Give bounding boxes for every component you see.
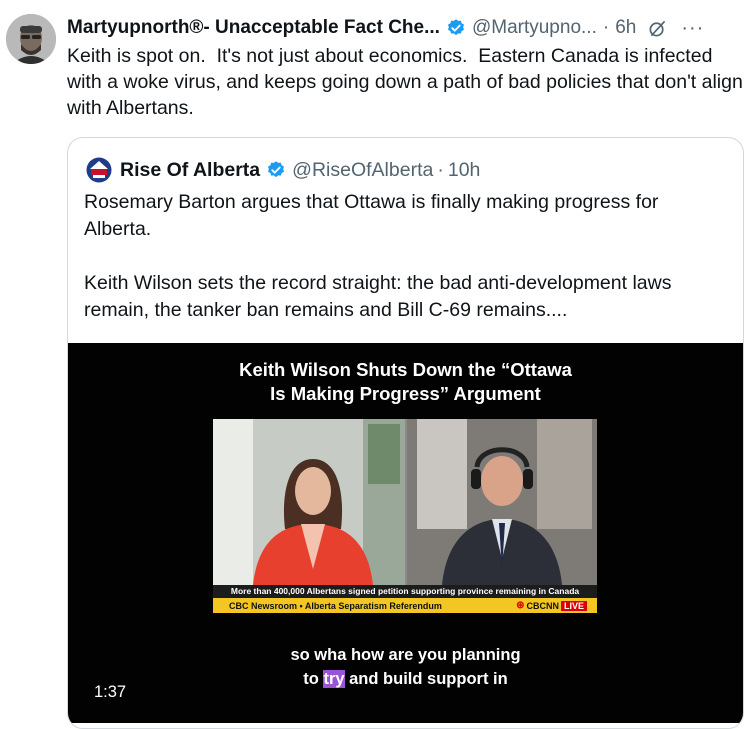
tweet-text: Keith is spot on. It's not just about ec…: [67, 45, 749, 119]
caption-line-2-start: to: [303, 670, 324, 688]
lower-third-text: CBC Newsroom • Alberta Separatism Refere…: [229, 600, 442, 611]
quoted-tweet-header: Rise Of Alberta @RiseOfAlberta · 10h: [86, 157, 480, 183]
caption-line-2: to try and build support in: [68, 667, 743, 691]
video-player[interactable]: Keith Wilson Shuts Down the “Ottawa Is M…: [68, 343, 743, 723]
video-title-line-2: Is Making Progress” Argument: [270, 383, 541, 404]
quoted-display-name[interactable]: Rise Of Alberta: [120, 159, 260, 182]
quoted-handle[interactable]: @RiseOfAlberta: [292, 159, 433, 182]
tweet-header: Martyupnorth®- Unacceptable Fact Che... …: [67, 15, 747, 41]
quoted-tweet[interactable]: Rise Of Alberta @RiseOfAlberta · 10h Ros…: [67, 137, 744, 729]
quoted-tweet-text: Rosemary Barton argues that Ottawa is fi…: [84, 191, 672, 321]
header-separator: ·: [602, 17, 610, 38]
video-caption: so wha how are you planning to try and b…: [68, 643, 743, 691]
author-handle[interactable]: @Martyupno...: [472, 17, 597, 39]
cbc-logo-icon: ⊛: [516, 600, 525, 611]
author-avatar-image: [6, 14, 56, 64]
network-name: CBCNN: [526, 600, 559, 611]
live-label: LIVE: [560, 600, 587, 611]
more-icon[interactable]: ···: [681, 18, 704, 38]
lower-third-bar: CBC Newsroom • Alberta Separatism Refere…: [213, 598, 597, 613]
quoted-header-separator: ·: [437, 158, 444, 181]
video-title-line-1: Keith Wilson Shuts Down the “Ottawa: [239, 359, 572, 380]
quoted-timestamp[interactable]: 10h: [448, 159, 481, 182]
anchor-image: [213, 419, 405, 585]
rise-of-alberta-logo-icon: [86, 157, 112, 183]
news-ticker: More than 400,000 Albertans signed petit…: [213, 585, 597, 598]
verified-badge-icon: [446, 18, 466, 38]
guest-image: [407, 419, 597, 585]
quoted-author-avatar[interactable]: [86, 157, 112, 183]
network-badge: ⊛ CBCNN LIVE: [516, 600, 587, 611]
video-title: Keith Wilson Shuts Down the “Ottawa Is M…: [68, 358, 743, 406]
quoted-verified-badge-icon: [266, 160, 286, 180]
video-right-panel: [407, 419, 597, 585]
video-frame: More than 400,000 Albertans signed petit…: [213, 419, 597, 613]
grok-icon[interactable]: [648, 19, 667, 38]
caption-line-2-end: and build support in: [344, 670, 508, 688]
author-avatar[interactable]: [6, 14, 56, 64]
caption-highlight-word: try: [323, 670, 345, 688]
video-left-panel: [213, 419, 405, 585]
tweet-timestamp[interactable]: 6h: [615, 17, 636, 39]
caption-line-1: so wha how are you planning: [290, 646, 521, 664]
video-duration: 1:37: [94, 683, 127, 701]
author-display-name[interactable]: Martyupnorth®- Unacceptable Fact Che...: [67, 17, 440, 39]
